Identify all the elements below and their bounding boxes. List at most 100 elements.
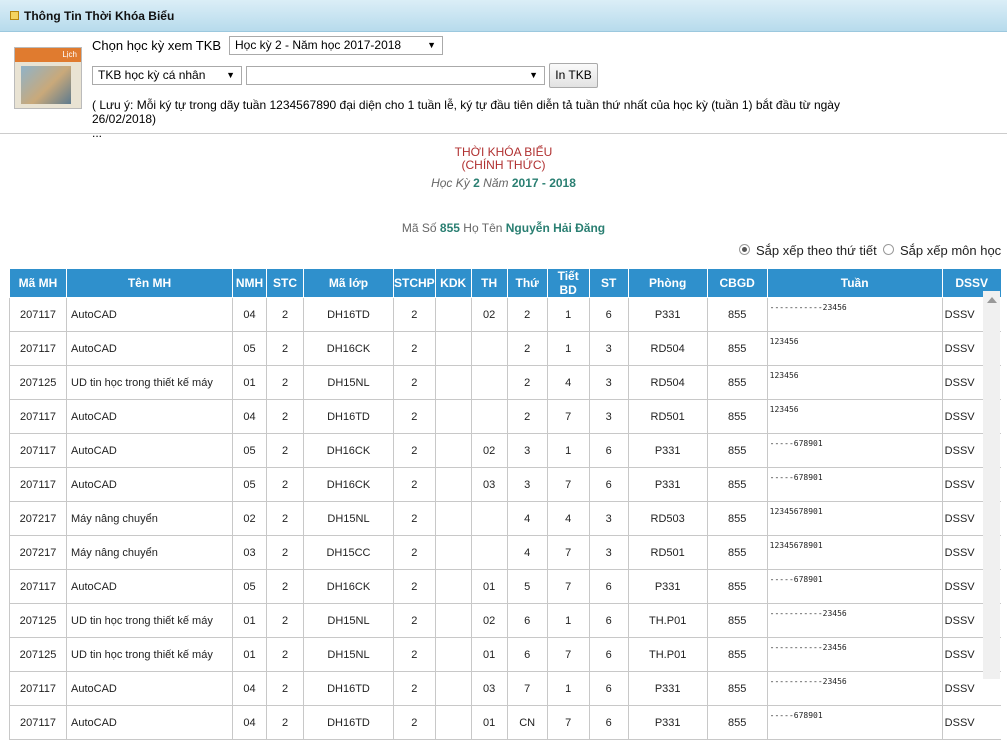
table-row: 207125 UD tin học trong thiết kế máy 01 2 DH… [9, 365, 1002, 400]
table-cell [434, 399, 472, 434]
table-cell: 1 [546, 603, 590, 638]
table-cell: AutoCAD [66, 569, 233, 604]
table-cell: UD tin học trong thiết kế máy [66, 603, 233, 638]
table-cell: 207125 [9, 637, 67, 672]
table-row: 207217 Máy nâng chuyển 03 2 DH15CC 2 4 7 3 RD501 8… [9, 535, 1002, 570]
table-cell: 207117 [9, 467, 67, 502]
dssv-link[interactable]: DSSV [941, 705, 1002, 740]
tkb-type-select[interactable]: TKB học kỳ cá nhân ▼ [92, 66, 242, 85]
table-cell: 6 [588, 467, 629, 502]
window-icon [10, 11, 19, 20]
semester-info: Học Kỳ 2 Năm 2017 - 2018 [0, 176, 1007, 190]
sort-by-subject-radio[interactable] [883, 244, 894, 255]
table-cell: 855 [706, 535, 768, 570]
column-header: ST [588, 268, 629, 298]
table-cell: CN [506, 705, 548, 740]
table-cell: 01 [232, 603, 267, 638]
table-cell [434, 671, 472, 706]
column-header: CBGD [706, 268, 768, 298]
table-cell: -----------23456 [766, 603, 943, 638]
table-cell: 2 [506, 365, 548, 400]
filter-select[interactable]: ▼ [246, 66, 545, 85]
table-cell: UD tin học trong thiết kế máy [66, 365, 233, 400]
ms-label: Mã Số [401, 221, 437, 235]
table-cell: 6 [588, 297, 629, 332]
table-cell: 207117 [9, 671, 67, 706]
table-cell [434, 603, 472, 638]
table-cell: 01 [470, 569, 508, 604]
table-cell [470, 331, 508, 366]
table-cell: 207117 [9, 297, 67, 332]
panel-header: Thông Tin Thời Khóa Biểu [0, 0, 1007, 32]
table-cell: DH15NL [303, 365, 394, 400]
table-cell: 04 [232, 671, 267, 706]
table-cell: 2 [266, 603, 304, 638]
column-header: Tuần [766, 268, 943, 298]
table-cell [470, 501, 508, 536]
table-cell: RD501 [627, 535, 708, 570]
table-cell: 2 [506, 297, 548, 332]
print-tkb-button[interactable]: In TKB [549, 63, 598, 88]
table-cell: 02 [232, 501, 267, 536]
table-cell: 05 [232, 569, 267, 604]
sort-by-period-radio[interactable] [739, 244, 750, 255]
table-cell: P331 [627, 569, 708, 604]
scroll-up-arrow-icon[interactable] [987, 297, 997, 303]
table-cell: RD504 [627, 365, 708, 400]
table-cell: DH15CC [303, 535, 394, 570]
vertical-scrollbar[interactable] [983, 291, 1000, 679]
table-cell: TH.P01 [627, 603, 708, 638]
name-label: Họ Tên [463, 221, 503, 235]
table-cell: 2 [266, 671, 304, 706]
table-cell: 2 [266, 569, 304, 604]
table-row: 207117 AutoCAD 04 2 DH16TD 2 03 7 1 6 P331 855 -----… [9, 671, 1002, 706]
table-cell: 2 [266, 467, 304, 502]
table-cell: 2 [506, 331, 548, 366]
table-cell: DH16TD [303, 399, 394, 434]
table-cell: 01 [232, 637, 267, 672]
table-cell: P331 [627, 433, 708, 468]
table-cell: 04 [232, 297, 267, 332]
table-cell: 03 [232, 535, 267, 570]
table-cell: P331 [627, 705, 708, 740]
table-cell [434, 297, 472, 332]
table-cell: 3 [588, 399, 629, 434]
table-cell: -----------23456 [766, 637, 943, 672]
hk-value: 2 [473, 176, 480, 190]
column-header: KDK [434, 268, 472, 298]
table-cell: DH16TD [303, 297, 394, 332]
table-cell: 207217 [9, 501, 67, 536]
table-cell: 855 [706, 671, 768, 706]
table-cell: 2 [266, 501, 304, 536]
table-cell: 4 [506, 535, 548, 570]
column-header: Phòng [627, 268, 708, 298]
table-row: 207217 Máy nâng chuyển 02 2 DH15NL 2 4 4 3 RD503 8… [9, 501, 1002, 536]
table-cell: 7 [546, 399, 590, 434]
table-cell: 2 [393, 671, 436, 706]
table-cell [434, 331, 472, 366]
calendar-picture [21, 66, 71, 104]
table-cell: 855 [706, 569, 768, 604]
table-cell: DH15NL [303, 637, 394, 672]
table-cell: 1 [546, 671, 590, 706]
column-header: Mã MH [9, 268, 67, 298]
table-row: 207117 AutoCAD 04 2 DH16TD 2 2 7 3 RD501 855 123456… [9, 399, 1002, 434]
table-cell: 7 [546, 467, 590, 502]
table-cell [434, 501, 472, 536]
table-cell: 05 [232, 433, 267, 468]
table-cell [434, 569, 472, 604]
table-cell: 7 [546, 637, 590, 672]
table-cell [470, 535, 508, 570]
table-cell: RD504 [627, 331, 708, 366]
table-cell: 3 [588, 331, 629, 366]
semester-select[interactable]: Học kỳ 2 - Năm học 2017-2018 ▼ [229, 36, 443, 55]
table-cell: 855 [706, 603, 768, 638]
table-cell: 5 [506, 569, 548, 604]
table-row: 207117 AutoCAD 05 2 DH16CK 2 02 3 1 6 P331 855 -----… [9, 433, 1002, 468]
schedule-table: Mã MH Tên MH NMH STC Mã lớp STCHP KDK TH Thứ Tiết… [9, 268, 1002, 740]
table-cell: UD tin học trong thiết kế máy [66, 637, 233, 672]
table-cell: 207117 [9, 705, 67, 740]
table-cell [470, 365, 508, 400]
table-row: 207117 AutoCAD 04 2 DH16TD 2 02 2 1 6 P331 855 -----… [9, 297, 1002, 332]
table-cell: 2 [393, 433, 436, 468]
